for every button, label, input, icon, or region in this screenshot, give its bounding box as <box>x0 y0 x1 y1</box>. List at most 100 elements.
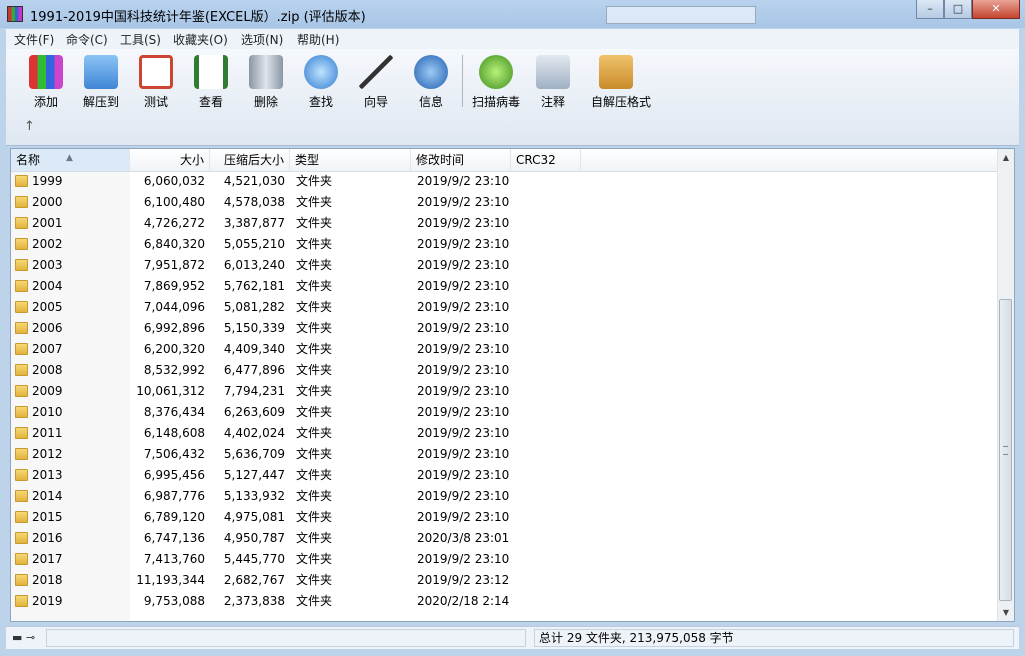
maximize-button[interactable]: □ <box>944 0 972 19</box>
column-header-packed[interactable]: 压缩后大小 <box>210 149 290 171</box>
table-row[interactable]: 2007 6,200,320 4,409,340 文件夹 2019/9/2 23:10 <box>11 339 999 360</box>
scan-virus-button[interactable]: 扫描病毒 <box>471 55 521 110</box>
file-name: 2011 <box>32 426 63 440</box>
file-modified: 2019/9/2 23:10 <box>417 468 510 482</box>
file-packed-size: 7,794,231 <box>223 384 285 398</box>
file-type: 文件夹 <box>296 447 333 461</box>
column-header-type[interactable]: 类型 <box>290 149 411 171</box>
file-type: 文件夹 <box>296 342 333 356</box>
table-row[interactable]: 2000 6,100,480 4,578,038 文件夹 2019/9/2 23:10 <box>11 192 999 213</box>
add-label: 添加 <box>33 95 58 109</box>
wizard-button[interactable]: 向导 <box>351 55 401 110</box>
file-packed-size: 6,263,609 <box>223 405 285 419</box>
table-row[interactable]: 2003 7,951,872 6,013,240 文件夹 2019/9/2 23:10 <box>11 255 999 276</box>
winrar-app-icon[interactable] <box>7 6 23 22</box>
scroll-up-arrow-icon[interactable]: ▲ <box>998 149 1014 166</box>
file-size: 8,376,434 <box>143 405 205 419</box>
file-type: 文件夹 <box>296 552 333 566</box>
file-packed-size: 5,445,770 <box>223 552 285 566</box>
file-name: 2008 <box>32 363 63 377</box>
window-title: 1991-2019中国科技统计年鉴(EXCEL版）.zip (评估版本) <box>30 10 366 25</box>
status-drive-icons[interactable]: ▬ ⊸ <box>12 631 35 644</box>
table-row[interactable]: 2016 6,747,136 4,950,787 文件夹 2020/3/8 23:01 <box>11 528 999 549</box>
test-button[interactable]: 测试 <box>131 55 181 110</box>
file-modified: 2019/9/2 23:10 <box>417 342 510 356</box>
file-modified: 2020/3/8 23:01 <box>417 531 510 545</box>
table-row[interactable]: 2004 7,869,952 5,762,181 文件夹 2019/9/2 23:10 <box>11 276 999 297</box>
column-header-size[interactable]: 大小 <box>130 149 210 171</box>
menu-tools[interactable]: 工具(S) <box>120 31 161 48</box>
table-row[interactable]: 2011 6,148,608 4,402,024 文件夹 2019/9/2 23:10 <box>11 423 999 444</box>
file-type: 文件夹 <box>296 174 333 188</box>
delete-label: 删除 <box>253 95 278 109</box>
delete-button[interactable]: 删除 <box>241 55 291 110</box>
folder-icon <box>15 280 28 292</box>
table-row[interactable]: 2009 10,061,312 7,794,231 文件夹 2019/9/2 23:10 <box>11 381 999 402</box>
table-row[interactable]: 2010 8,376,434 6,263,609 文件夹 2019/9/2 23:10 <box>11 402 999 423</box>
info-button[interactable]: 信息 <box>406 55 456 110</box>
extract-to-button[interactable]: 解压到 <box>76 55 126 110</box>
file-packed-size: 5,055,210 <box>223 237 285 251</box>
table-row[interactable]: 2017 7,413,760 5,445,770 文件夹 2019/9/2 23:10 <box>11 549 999 570</box>
table-row[interactable]: 2008 8,532,992 6,477,896 文件夹 2019/9/2 23:10 <box>11 360 999 381</box>
close-button[interactable]: ✕ <box>972 0 1020 19</box>
vertical-scrollbar[interactable]: ▲ ▼ <box>997 149 1014 621</box>
table-row[interactable]: 2015 6,789,120 4,975,081 文件夹 2019/9/2 23:10 <box>11 507 999 528</box>
file-name: 2003 <box>32 258 63 272</box>
file-size: 6,840,320 <box>143 237 205 251</box>
menu-commands[interactable]: 命令(C) <box>66 31 108 48</box>
file-packed-size: 4,402,024 <box>223 426 285 440</box>
file-packed-size: 5,127,447 <box>223 468 285 482</box>
table-row[interactable]: 2019 9,753,088 2,373,838 文件夹 2020/2/18 2:14 <box>11 591 999 612</box>
file-size: 6,987,776 <box>143 489 205 503</box>
table-row[interactable]: 2005 7,044,096 5,081,282 文件夹 2019/9/2 23:10 <box>11 297 999 318</box>
file-list[interactable]: 名称 ▲ 大小 压缩后大小 类型 修改时间 CRC32 1999 6,060,03… <box>10 148 1015 622</box>
table-row[interactable]: 2002 6,840,320 5,055,210 文件夹 2019/9/2 23:10 <box>11 234 999 255</box>
table-row[interactable]: 2013 6,995,456 5,127,447 文件夹 2019/9/2 23:10 <box>11 465 999 486</box>
menu-file[interactable]: 文件(F) <box>14 31 54 48</box>
title-search-box[interactable] <box>606 6 756 24</box>
file-size: 9,753,088 <box>143 594 205 608</box>
sfx-button[interactable]: 自解压格式 <box>591 55 651 110</box>
minimize-button[interactable]: – <box>916 0 944 19</box>
title-bar[interactable]: 1991-2019中国科技统计年鉴(EXCEL版）.zip (评估版本) – □… <box>0 0 1025 28</box>
menu-options[interactable]: 选项(N) <box>241 31 283 48</box>
view-label: 查看 <box>198 95 223 109</box>
file-size: 6,060,032 <box>143 174 205 188</box>
scroll-thumb[interactable] <box>999 299 1012 601</box>
file-size: 6,148,608 <box>143 426 205 440</box>
file-modified: 2019/9/2 23:12 <box>417 573 510 587</box>
table-row[interactable]: 2006 6,992,896 5,150,339 文件夹 2019/9/2 23:10 <box>11 318 999 339</box>
folder-icon <box>15 553 28 565</box>
folder-icon <box>15 343 28 355</box>
view-button[interactable]: 查看 <box>186 55 236 110</box>
file-packed-size: 5,150,339 <box>223 321 285 335</box>
menu-favorites[interactable]: 收藏夹(O) <box>173 31 228 48</box>
table-row[interactable]: 1999 6,060,032 4,521,030 文件夹 2019/9/2 23:10 <box>11 171 999 192</box>
table-row[interactable]: 2014 6,987,776 5,133,932 文件夹 2019/9/2 23:10 <box>11 486 999 507</box>
column-header-modified[interactable]: 修改时间 <box>411 149 511 171</box>
comment-button[interactable]: 注释 <box>528 55 578 110</box>
comment-icon <box>536 55 570 89</box>
sort-ascending-icon: ▲ <box>66 153 73 163</box>
file-modified: 2019/9/2 23:10 <box>417 447 510 461</box>
table-row[interactable]: 2001 4,726,272 3,387,877 文件夹 2019/9/2 23:10 <box>11 213 999 234</box>
add-button[interactable]: 添加 <box>21 55 71 110</box>
find-button[interactable]: 查找 <box>296 55 346 110</box>
file-name: 1999 <box>32 174 63 188</box>
column-header-crc32[interactable]: CRC32 <box>511 149 581 171</box>
table-row[interactable]: 2018 11,193,344 2,682,767 文件夹 2019/9/2 23:12 <box>11 570 999 591</box>
menu-help[interactable]: 帮助(H) <box>297 31 339 48</box>
scroll-down-arrow-icon[interactable]: ▼ <box>998 604 1014 621</box>
column-header-name[interactable]: 名称 ▲ <box>11 149 130 171</box>
folder-icon <box>15 217 28 229</box>
file-type: 文件夹 <box>296 468 333 482</box>
toolbar-separator <box>462 55 463 107</box>
up-folder-icon[interactable]: ↑ <box>24 119 35 134</box>
table-row[interactable]: 2012 7,506,432 5,636,709 文件夹 2019/9/2 23:10 <box>11 444 999 465</box>
file-type: 文件夹 <box>296 321 333 335</box>
winrar-window: 1991-2019中国科技统计年鉴(EXCEL版）.zip (评估版本) – □… <box>0 0 1025 656</box>
extract-to-label: 解压到 <box>82 95 119 109</box>
folder-icon <box>15 427 28 439</box>
folder-icon <box>15 175 28 187</box>
